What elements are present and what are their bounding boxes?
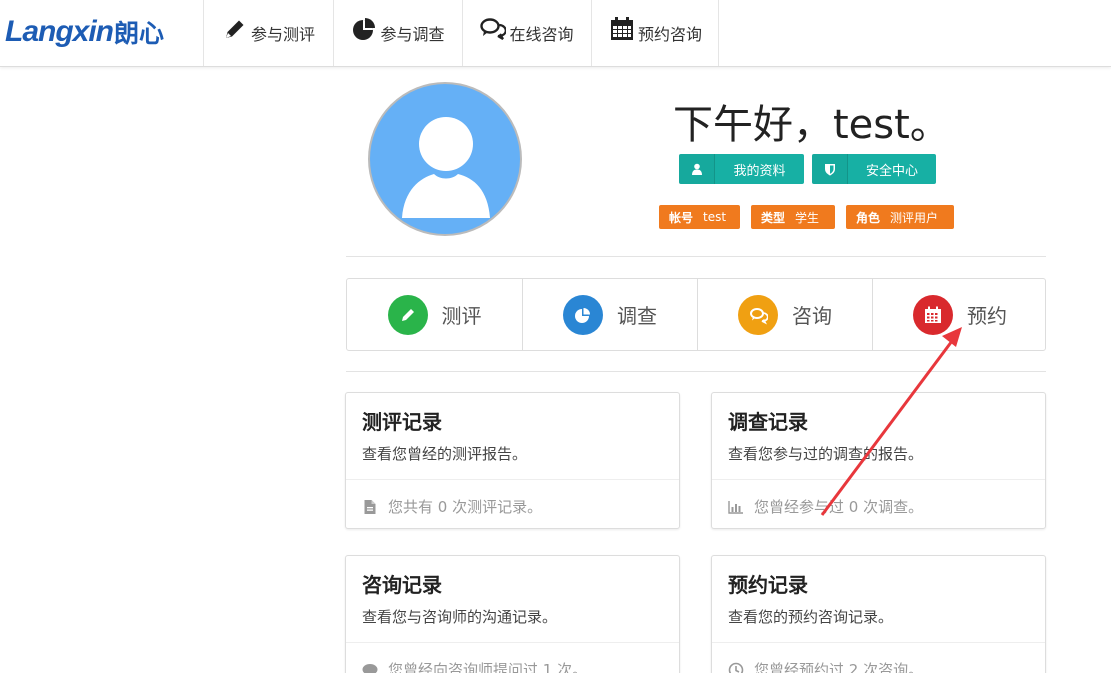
shield-icon <box>812 154 848 184</box>
greeting-title: 下午好，test。 <box>673 102 950 148</box>
bar-chart-icon <box>728 499 744 515</box>
card-footer-text: 您共有 0 次测评记录。 <box>388 498 543 516</box>
card-desc: 查看您与咨询师的沟通记录。 <box>362 608 558 626</box>
card-title: 调查记录 <box>728 410 808 434</box>
card-title: 测评记录 <box>362 410 442 434</box>
consult-records-card[interactable]: 咨询记录 查看您与咨询师的沟通记录。 您曾经向咨询师提问过 1 次。 <box>345 555 680 673</box>
brand-logo[interactable]: Langxin 朗心 <box>5 12 164 52</box>
card-footer-text: 您曾经向咨询师提问过 1 次。 <box>388 661 588 673</box>
card-desc: 查看您曾经的测评报告。 <box>362 445 528 463</box>
my-profile-button[interactable]: 我的资料 <box>679 154 804 184</box>
nav-appointment-label: 预约咨询 <box>637 25 702 44</box>
top-navbar: Langxin 朗心 参与测评 参与调查 在线咨询 预约咨询 <box>0 0 1111 67</box>
nav-appointment[interactable]: 预约咨询 <box>591 0 719 66</box>
pencil-icon <box>387 294 428 335</box>
appointment-records-card[interactable]: 预约记录 查看您的预约咨询记录。 您曾经预约过 2 次咨询。 <box>711 555 1046 673</box>
quick-survey[interactable]: 调查 <box>522 279 697 350</box>
quick-consult-label: 咨询 <box>792 304 832 328</box>
card-footer: 您曾经参与过 0 次调查。 <box>728 496 923 517</box>
type-tag-key: 类型 <box>761 210 786 225</box>
card-divider <box>346 479 679 480</box>
chat-bubbles-icon <box>480 16 508 42</box>
card-divider <box>712 479 1045 480</box>
divider <box>346 256 1046 257</box>
card-desc: 查看您的预约咨询记录。 <box>728 608 894 626</box>
type-tag: 类型 学生 <box>751 205 835 229</box>
role-tag-value: 测评用户 <box>890 210 939 225</box>
type-tag-value: 学生 <box>795 210 820 225</box>
security-center-button[interactable]: 安全中心 <box>812 154 936 184</box>
nav-online-consult[interactable]: 在线咨询 <box>462 0 591 66</box>
quick-assessment-label: 测评 <box>441 304 482 328</box>
user-silhouette-icon <box>402 117 490 218</box>
calendar-icon <box>913 294 953 335</box>
user-icon <box>679 154 715 184</box>
assessment-records-card[interactable]: 测评记录 查看您曾经的测评报告。 您共有 0 次测评记录。 <box>345 392 680 529</box>
account-tag-key: 帐号 <box>669 210 694 225</box>
card-desc: 查看您参与过的调查的报告。 <box>728 445 924 463</box>
security-center-label: 安全中心 <box>865 163 918 179</box>
role-tag: 角色 测评用户 <box>846 205 954 229</box>
avatar <box>368 82 522 236</box>
quick-actions: 测评 调查 咨询 预约 <box>346 278 1046 351</box>
divider <box>346 371 1046 372</box>
nav-assessment-label: 参与测评 <box>250 25 315 44</box>
account-tag-value: test <box>703 210 727 224</box>
card-title: 咨询记录 <box>362 573 442 597</box>
pie-chart-icon <box>563 294 603 335</box>
card-footer: 您共有 0 次测评记录。 <box>362 496 542 517</box>
brand-latin: Langxin <box>5 15 114 48</box>
file-icon <box>362 499 378 515</box>
quick-assessment[interactable]: 测评 <box>347 279 522 350</box>
card-divider <box>346 642 679 643</box>
nav-survey[interactable]: 参与调查 <box>333 0 462 66</box>
card-footer-text: 您曾经参与过 0 次调查。 <box>754 498 924 516</box>
brand-cn: 朗心 <box>114 19 165 48</box>
nav-assessment[interactable]: 参与测评 <box>203 0 333 66</box>
role-tag-key: 角色 <box>856 210 881 225</box>
card-divider <box>712 642 1045 643</box>
card-footer-text: 您曾经预约过 2 次咨询。 <box>754 661 924 673</box>
calendar-icon <box>609 16 635 42</box>
card-footer: 您曾经预约过 2 次咨询。 <box>728 659 923 673</box>
quick-appointment[interactable]: 预约 <box>872 279 1047 350</box>
card-title: 预约记录 <box>728 573 808 597</box>
card-footer: 您曾经向咨询师提问过 1 次。 <box>362 659 587 673</box>
quick-consult[interactable]: 咨询 <box>697 279 872 350</box>
clock-icon <box>728 662 744 673</box>
comment-icon <box>362 662 378 673</box>
quick-appointment-label: 预约 <box>967 304 1007 328</box>
account-tag: 帐号 test <box>659 205 740 229</box>
my-profile-label: 我的资料 <box>733 163 786 179</box>
quick-survey-label: 调查 <box>617 304 657 328</box>
nav-online-consult-label: 在线咨询 <box>509 25 574 44</box>
nav-survey-label: 参与调查 <box>380 25 445 44</box>
nav-divider <box>718 0 719 66</box>
chat-bubbles-icon <box>738 294 778 335</box>
pie-chart-icon <box>351 16 377 42</box>
survey-records-card[interactable]: 调查记录 查看您参与过的调查的报告。 您曾经参与过 0 次调查。 <box>711 392 1046 529</box>
pencil-icon <box>222 16 248 42</box>
